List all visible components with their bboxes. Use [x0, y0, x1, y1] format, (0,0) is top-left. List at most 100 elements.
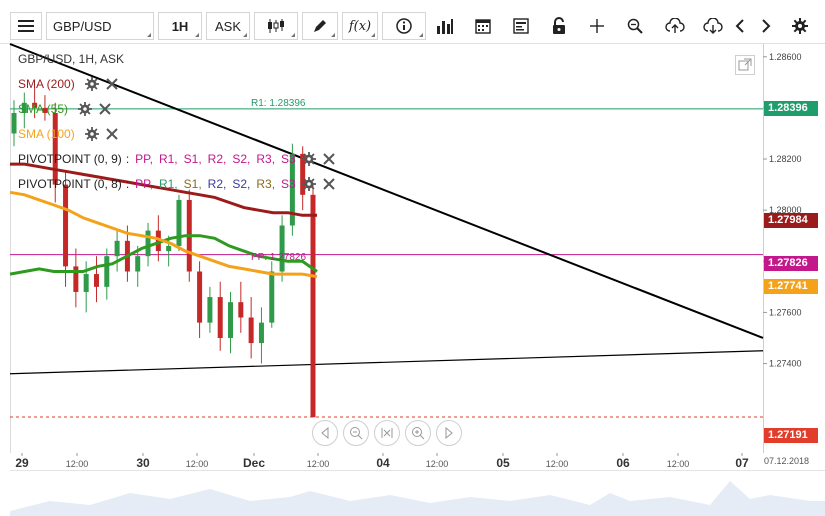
close-icon[interactable] — [98, 102, 112, 116]
pivot-item: R2, — [207, 177, 227, 191]
candle-body — [52, 113, 58, 185]
price-tag-pp: 1.27826 — [764, 256, 818, 271]
zoom-out-icon — [350, 427, 363, 440]
candle-body — [238, 302, 244, 318]
candle-body — [11, 113, 17, 134]
legend-label: SMA (200) — [18, 77, 75, 91]
x-tick-label: 07 — [735, 456, 749, 470]
x-tick-label: 04 — [376, 456, 390, 470]
gear-icon[interactable] — [78, 102, 93, 116]
close-icon[interactable] — [322, 152, 336, 166]
gear-icon[interactable] — [301, 177, 316, 191]
arrow-right-icon — [445, 427, 453, 439]
scroll-left-button[interactable] — [312, 420, 338, 446]
y-tick-label: 1.27400 — [769, 359, 802, 369]
candle-body — [145, 230, 151, 257]
x-tick-label: 06 — [616, 456, 630, 470]
zoom-out-button[interactable] — [343, 420, 369, 446]
candle-body — [228, 302, 234, 338]
legend-pivot-8[interactable]: PIVOTPOINT (0, 8) : PP, R1, S1, R2, S2, … — [18, 177, 336, 191]
zoom-in-icon — [412, 427, 425, 440]
legend-label: SMA (100) — [18, 127, 75, 141]
candle-body — [176, 199, 182, 246]
date-badge: 07.12.2018 — [764, 456, 810, 466]
pivot-item: S1, — [183, 177, 202, 191]
close-icon[interactable] — [105, 127, 119, 141]
candle-body — [217, 297, 223, 338]
candle-body — [197, 271, 203, 323]
candle-body — [104, 256, 110, 287]
y-tick-label: 1.28200 — [769, 154, 802, 164]
sma-line-100 — [9, 190, 318, 279]
reset-zoom-button[interactable] — [374, 420, 400, 446]
candle-body — [166, 245, 172, 252]
close-icon[interactable] — [322, 177, 336, 191]
legend-sma-100[interactable]: SMA (100) — [18, 127, 119, 141]
pivot-item: S2, — [232, 177, 251, 191]
x-tick-label: 12:00 — [546, 459, 569, 469]
reset-zoom-icon — [381, 428, 393, 438]
pivot-item: R1, — [158, 152, 178, 166]
pivot-item: R3, — [256, 177, 276, 191]
x-tick-label: 12:00 — [307, 459, 330, 469]
pivot-item: S2, — [232, 152, 251, 166]
legend-label: PIVOTPOINT (0, 9) — [18, 152, 122, 166]
legend-separator: : — [125, 152, 130, 166]
pivot-item: S1, — [183, 152, 202, 166]
trendline — [9, 350, 764, 375]
x-tick-label: 29 — [15, 456, 29, 470]
pivot-item: PP, — [135, 152, 153, 166]
candle-body — [279, 225, 285, 272]
candle-body — [248, 317, 254, 344]
candle-body — [114, 240, 120, 257]
zoom-in-button[interactable] — [405, 420, 431, 446]
candle-body — [310, 194, 316, 418]
candle-body — [63, 184, 69, 267]
x-tick-label: 05 — [496, 456, 510, 470]
gear-icon[interactable] — [84, 77, 99, 91]
price-tag-sma200: 1.27984 — [764, 213, 818, 228]
price-tag-last: 1.27191 — [764, 428, 818, 443]
candle-body — [258, 322, 264, 344]
arrow-left-icon — [321, 427, 329, 439]
pivot-item: R2, — [207, 152, 227, 166]
chart-title: GBP/USD, 1H, ASK — [18, 52, 125, 66]
pivot-item: R1, — [158, 177, 178, 191]
candle-body — [135, 256, 141, 272]
x-tick-label: 12:00 — [66, 459, 89, 469]
x-tick-label: 30 — [136, 456, 150, 470]
candle-body — [83, 274, 89, 292]
legend-label: PIVOTPOINT (0, 8) — [18, 177, 122, 191]
r1-level-label: R1: 1.28396 — [251, 98, 306, 109]
x-tick-label: 12:00 — [426, 459, 449, 469]
navigator-overview[interactable] — [10, 470, 825, 516]
candle-body — [93, 274, 99, 287]
pp-level-label: PP: 1.27826 — [251, 252, 307, 263]
candle-body — [207, 297, 213, 323]
fullscreen-icon — [738, 58, 752, 71]
pivot-item: S3 — [281, 152, 296, 166]
pivot-item: PP, — [135, 177, 153, 191]
scroll-right-button[interactable] — [436, 420, 462, 446]
legend-sma-200[interactable]: SMA (200) — [18, 77, 119, 91]
gear-icon[interactable] — [301, 152, 316, 166]
legend-sma-55[interactable]: SMA (55) — [18, 102, 112, 116]
legend-separator: : — [125, 177, 130, 191]
chart-nav-buttons — [312, 420, 462, 446]
close-icon[interactable] — [105, 77, 119, 91]
gear-icon[interactable] — [84, 127, 99, 141]
candle-body — [269, 271, 275, 323]
legend-label: SMA (55) — [18, 102, 69, 116]
pivot-item: R3, — [256, 152, 276, 166]
y-tick-label: 1.27600 — [769, 307, 802, 317]
fullscreen-button[interactable] — [735, 55, 755, 75]
price-tag-r1: 1.28396 — [764, 101, 818, 116]
x-tick-label: Dec — [243, 456, 265, 470]
navigator-area-chart — [10, 481, 825, 516]
legend-pivot-9[interactable]: PIVOTPOINT (0, 9) : PP, R1, S1, R2, S2, … — [18, 152, 336, 166]
y-tick-label: 1.28600 — [769, 52, 802, 62]
x-tick-label: 12:00 — [186, 459, 209, 469]
pivot-item: S3 — [281, 177, 296, 191]
price-tag-sma100: 1.27741 — [764, 279, 818, 294]
x-tick-label: 12:00 — [667, 459, 690, 469]
